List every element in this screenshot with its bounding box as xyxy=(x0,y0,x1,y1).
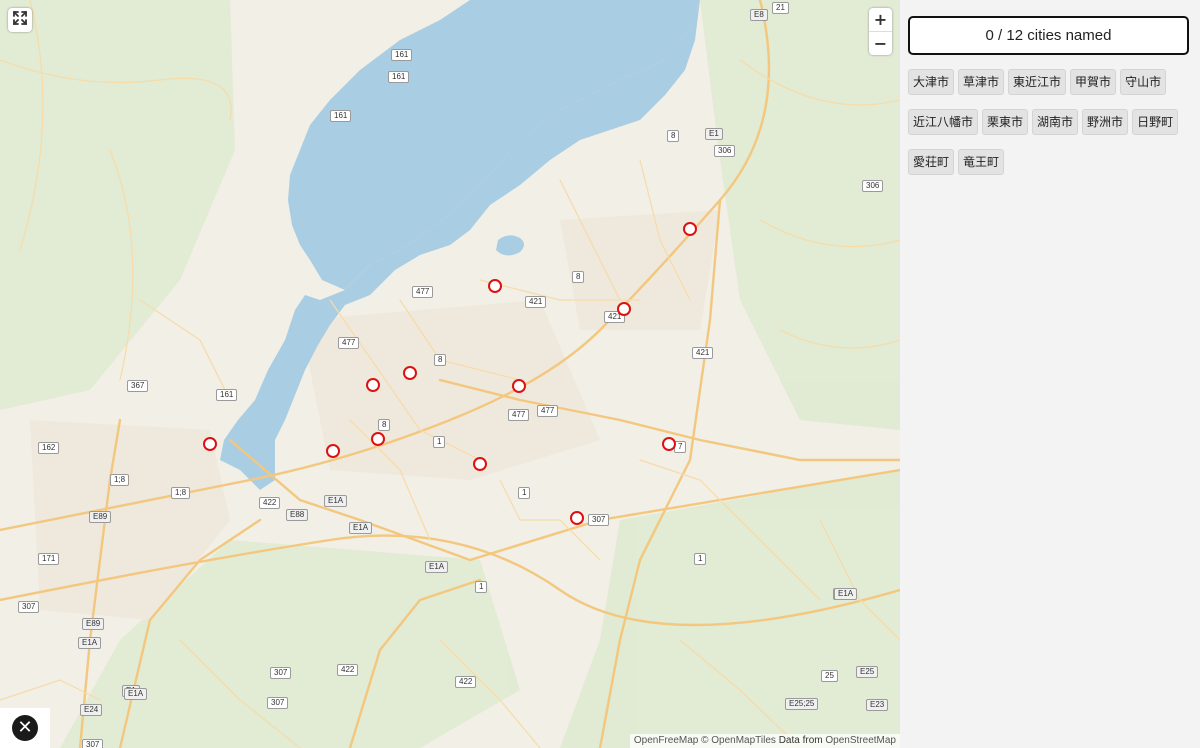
road-shield-label: 307 xyxy=(588,514,610,526)
road-shield-label: 8 xyxy=(378,419,391,431)
city-chip[interactable]: 野洲市 xyxy=(1082,109,1129,135)
road-shield-label: 477 xyxy=(412,286,434,298)
city-marker[interactable] xyxy=(662,437,676,451)
road-shield-label: 21 xyxy=(772,2,789,14)
city-chip[interactable]: 近江八幡市 xyxy=(908,109,979,135)
city-chip[interactable]: 甲賀市 xyxy=(1070,69,1117,95)
city-chip[interactable]: 東近江市 xyxy=(1008,69,1067,95)
road-shield-label: 1 xyxy=(475,581,488,593)
road-shield-label: 307 xyxy=(82,739,104,748)
close-circle-icon: ✕ xyxy=(12,715,38,741)
road-shield-label: 8 xyxy=(434,354,447,366)
road-shield-label: E23 xyxy=(866,699,889,711)
road-shield-label: 161 xyxy=(388,71,410,83)
road-shield-label: 422 xyxy=(337,664,359,676)
city-marker[interactable] xyxy=(512,379,526,393)
cities-named-counter: 0 / 12 cities named xyxy=(908,16,1189,55)
road-shield-label: 1;8 xyxy=(171,487,191,499)
road-shield-label: 25 xyxy=(821,670,838,682)
city-chip[interactable]: 竜王町 xyxy=(958,149,1005,175)
city-chip[interactable]: 愛荘町 xyxy=(908,149,955,175)
road-shield-label: 477 xyxy=(508,409,530,421)
city-chip[interactable]: 湖南市 xyxy=(1032,109,1079,135)
road-shield-label: 161 xyxy=(330,110,352,122)
close-button[interactable]: ✕ xyxy=(0,708,50,748)
city-name-chips: 大津市 草津市 東近江市 甲賀市 守山市近江八幡市 栗東市 湖南市 野洲市 日野町愛荘町 竜王町 xyxy=(908,69,1194,189)
map-attribution: OpenFreeMap © OpenMapTiles Data from Ope… xyxy=(629,734,900,748)
zoom-out-button[interactable]: − xyxy=(869,31,892,55)
road-shield-label: E1A xyxy=(78,637,102,649)
city-marker[interactable] xyxy=(683,222,697,236)
road-shield-label: 1;8 xyxy=(110,474,130,486)
road-shield-label: 162 xyxy=(38,442,60,454)
city-marker[interactable] xyxy=(366,378,380,392)
road-shield-label: E88 xyxy=(286,509,309,521)
city-chip[interactable]: 草津市 xyxy=(958,69,1005,95)
city-marker[interactable] xyxy=(473,457,487,471)
road-shield-label: 422 xyxy=(259,497,281,509)
road-shield-label: 171 xyxy=(38,553,60,565)
road-shield-label: 422 xyxy=(455,676,477,688)
road-shield-label: 8 xyxy=(572,271,585,283)
attribution-data-label: Data from xyxy=(778,735,823,746)
city-chip[interactable]: 守山市 xyxy=(1120,69,1167,95)
map-base-layer xyxy=(0,0,900,748)
expand-arrows-icon xyxy=(12,10,28,30)
road-shield-label: E8 xyxy=(750,9,768,21)
road-shield-label: E24 xyxy=(80,704,103,716)
city-marker[interactable] xyxy=(403,366,417,380)
road-shield-label: E1A xyxy=(425,561,449,573)
attribution-osm-link[interactable]: OpenStreetMap xyxy=(825,735,896,746)
road-shield-label: 307 xyxy=(270,667,292,679)
road-shield-label: E89 xyxy=(89,511,112,523)
road-shield-label: 161 xyxy=(391,49,413,61)
road-shield-label: E1 xyxy=(705,128,723,140)
road-shield-label: 421 xyxy=(692,347,714,359)
road-shield-label: E1A xyxy=(124,688,148,700)
road-shield-label: 8 xyxy=(667,130,680,142)
road-shield-label: E1A xyxy=(324,495,348,507)
road-shield-label: 421 xyxy=(525,296,547,308)
road-shield-label: 477 xyxy=(537,405,559,417)
road-shield-label: 307 xyxy=(18,601,40,613)
road-shield-label: 1 xyxy=(433,436,446,448)
zoom-control: + − xyxy=(869,8,892,55)
road-shield-label: E89 xyxy=(82,618,105,630)
road-shield-label: E1A xyxy=(349,522,373,534)
city-marker[interactable] xyxy=(488,279,502,293)
road-shield-label: 1 xyxy=(694,553,707,565)
fullscreen-button[interactable] xyxy=(8,8,32,32)
city-marker[interactable] xyxy=(371,432,385,446)
city-marker[interactable] xyxy=(326,444,340,458)
road-shield-label: E1A xyxy=(834,588,858,600)
city-marker[interactable] xyxy=(203,437,217,451)
city-chip[interactable]: 栗東市 xyxy=(982,109,1029,135)
city-marker[interactable] xyxy=(570,511,584,525)
zoom-in-button[interactable]: + xyxy=(869,8,892,31)
city-chip[interactable]: 日野町 xyxy=(1132,109,1179,135)
road-shield-label: 306 xyxy=(714,145,736,157)
road-shield-label: 306 xyxy=(862,180,884,192)
map[interactable]: 21 E8 161 161 161 8 E1 306 306 8 477 421 421 477 8 477 4… xyxy=(0,0,900,748)
road-shield-label: E25 xyxy=(856,666,879,678)
city-chip[interactable]: 大津市 xyxy=(908,69,955,95)
road-shield-label: 161 xyxy=(216,389,238,401)
city-marker[interactable] xyxy=(617,302,631,316)
road-shield-label: 367 xyxy=(127,380,149,392)
road-shield-label: 477 xyxy=(338,337,360,349)
road-shield-label: 307 xyxy=(267,697,289,709)
road-shield-label: 1 xyxy=(518,487,531,499)
attribution-openfreemap-link[interactable]: OpenFreeMap © OpenMapTiles xyxy=(634,735,776,746)
road-shield-label: E25;25 xyxy=(785,698,819,710)
